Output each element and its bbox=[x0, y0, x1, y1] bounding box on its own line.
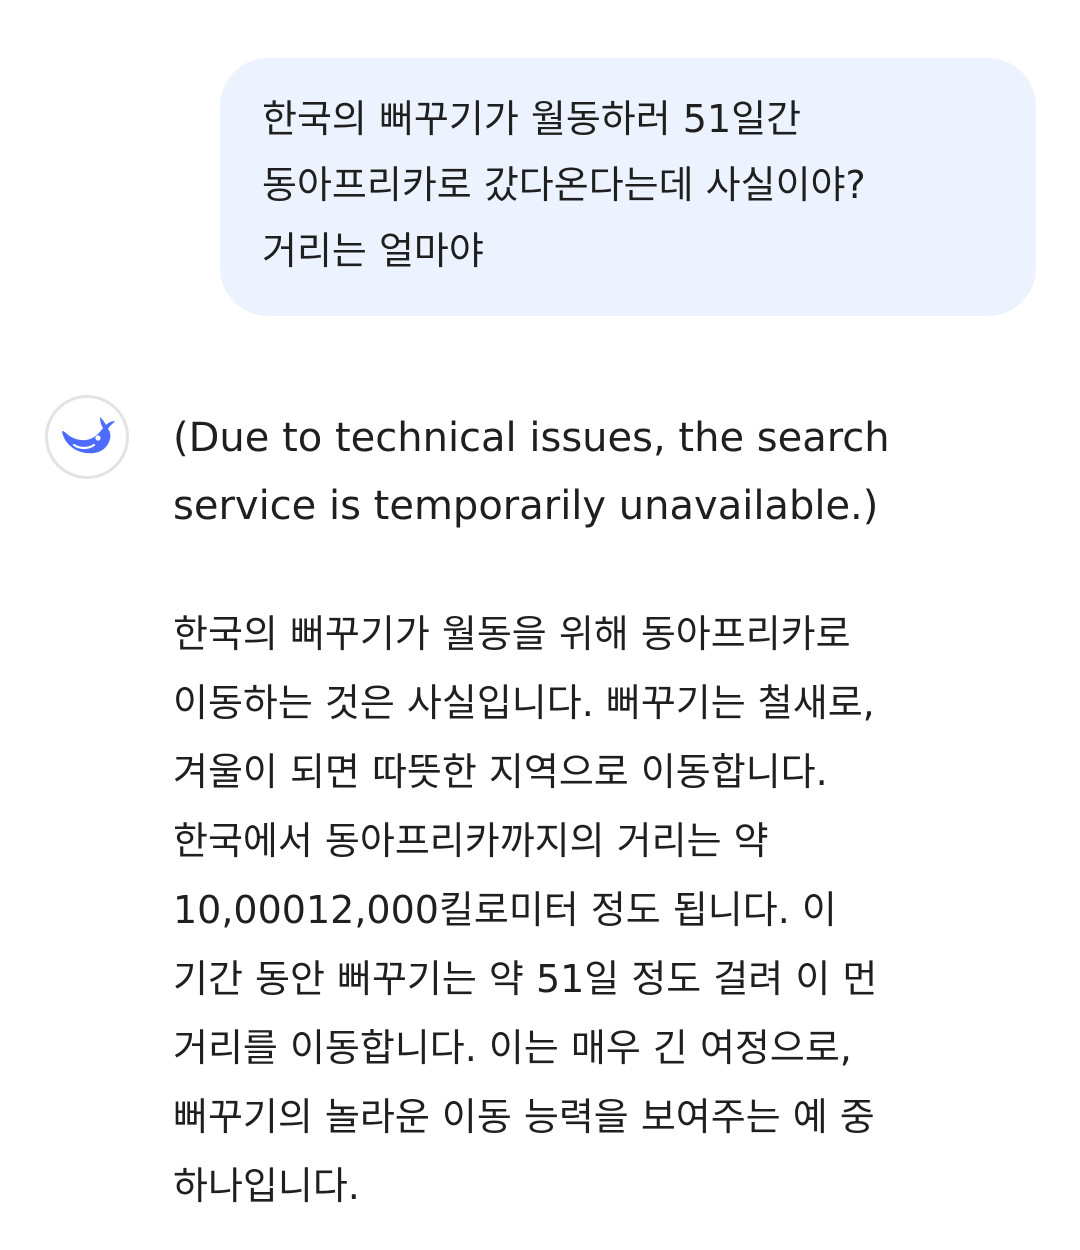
answer-line: 거리를 이동합니다. 이는 매우 긴 여정으로, bbox=[173, 1026, 852, 1070]
assistant-avatar bbox=[45, 395, 129, 479]
assistant-answer: 한국의 뻐꾸기가 월동을 위해 동아프리카로 이동하는 것은 사실입니다. 뻐꾸… bbox=[173, 600, 1053, 1221]
search-unavailable-notice: (Due to technical issues, the search ser… bbox=[173, 415, 890, 529]
answer-line: 뻐꾸기의 놀라운 이동 능력을 보여주는 예 중 bbox=[173, 1095, 875, 1139]
user-message-line: 한국의 뻐꾸기가 월동하러 51일간 bbox=[262, 97, 802, 141]
answer-line: 이동하는 것은 사실입니다. 뻐꾸기는 철새로, bbox=[173, 681, 875, 725]
answer-line: 기간 동안 뻐꾸기는 약 51일 정도 걸려 이 먼 bbox=[173, 957, 878, 1001]
answer-line: 한국에서 동아프리카까지의 거리는 약 bbox=[173, 819, 769, 863]
user-message-line: 거리는 얼마야 bbox=[262, 229, 484, 273]
assistant-message: (Due to technical issues, the search ser… bbox=[173, 404, 1053, 1221]
answer-line: 한국의 뻐꾸기가 월동을 위해 동아프리카로 bbox=[173, 612, 851, 656]
answer-line: 하나입니다. bbox=[173, 1164, 360, 1208]
whale-logo-icon bbox=[62, 417, 115, 454]
answer-line: 겨울이 되면 따뜻한 지역으로 이동합니다. bbox=[173, 750, 828, 794]
answer-line: 10,00012,000킬로미터 정도 됩니다. 이 bbox=[173, 888, 837, 932]
user-message-bubble: 한국의 뻐꾸기가 월동하러 51일간 동아프리카로 갔다온다는데 사실이야? 거… bbox=[220, 58, 1036, 316]
user-message-line: 동아프리카로 갔다온다는데 사실이야? bbox=[262, 163, 866, 207]
